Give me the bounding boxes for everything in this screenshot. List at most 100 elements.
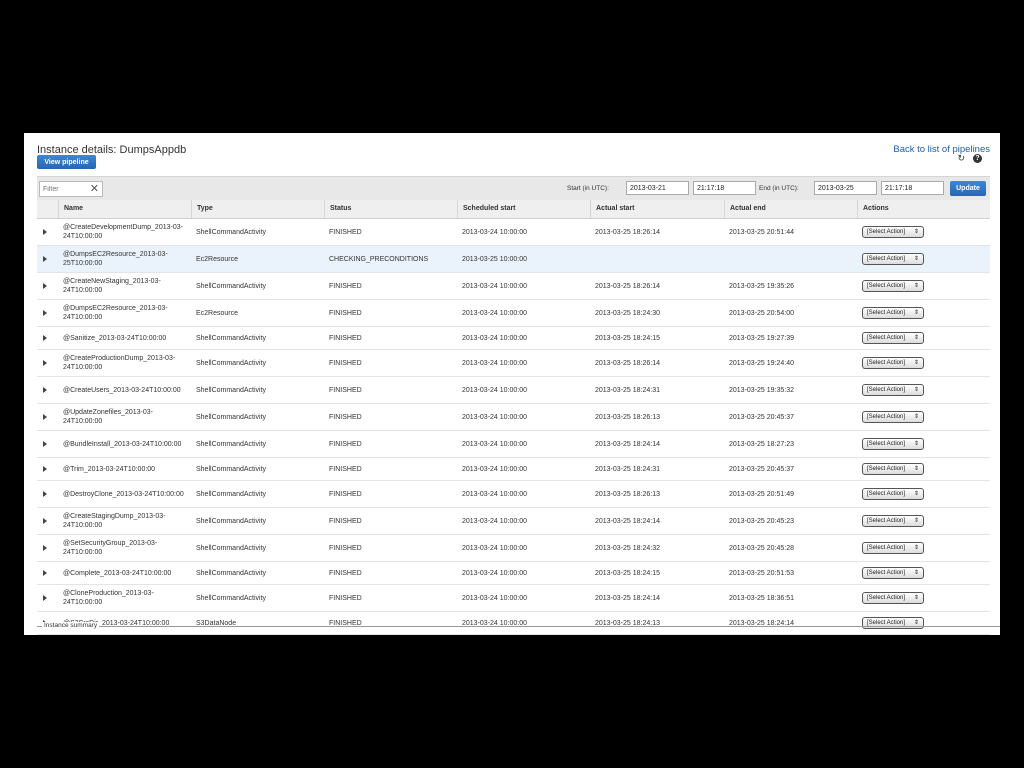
table-row[interactable]: @S3SrcDir_2013-03-24T10:00:00 S3DataNode…: [37, 612, 990, 635]
select-action-dropdown[interactable]: [Select Action] ⇕: [862, 617, 924, 629]
select-action-dropdown[interactable]: [Select Action] ⇕: [862, 307, 924, 319]
filter-input[interactable]: [43, 182, 89, 196]
instance-details-window: Instance details: DumpsAppdb Back to lis…: [24, 133, 1000, 635]
table-row[interactable]: @CloneProduction_2013-03-24T10:00:00 She…: [37, 585, 990, 612]
expand-arrow-icon[interactable]: [43, 229, 47, 235]
row-actual-end: 2013-03-25 19:27:39: [729, 334, 794, 342]
table-row[interactable]: @Trim_2013-03-24T10:00:00 ShellCommandAc…: [37, 458, 990, 481]
expand-arrow-icon[interactable]: [43, 256, 47, 262]
row-status: FINISHED: [329, 544, 362, 552]
select-action-dropdown[interactable]: [Select Action] ⇕: [862, 488, 924, 500]
row-actual-end: 2013-03-25 18:36:51: [729, 594, 794, 602]
select-action-dropdown[interactable]: [Select Action] ⇕: [862, 567, 924, 579]
select-action-dropdown[interactable]: [Select Action] ⇕: [862, 357, 924, 369]
select-action-label: [Select Action]: [867, 466, 906, 472]
row-name: @DumpsEC2Resource_2013-03-25T10:00:00: [63, 251, 168, 267]
select-action-label: [Select Action]: [867, 545, 906, 551]
expand-arrow-icon[interactable]: [43, 441, 47, 447]
table-row[interactable]: @DumpsEC2Resource_2013-03-25T10:00:00 Ec…: [37, 246, 990, 273]
row-status: FINISHED: [329, 228, 362, 236]
updown-arrows-icon: ⇕: [913, 360, 919, 366]
expand-arrow-icon[interactable]: [43, 283, 47, 289]
row-actual-start: 2013-03-25 18:24:14: [595, 440, 660, 448]
col-header-name[interactable]: Name: [58, 200, 191, 218]
row-type: ShellCommandActivity: [196, 517, 267, 525]
row-type: Ec2Resource: [196, 309, 239, 317]
clear-filter-icon[interactable]: ✕: [90, 182, 99, 196]
end-date-input[interactable]: [814, 181, 877, 195]
updown-arrows-icon: ⇕: [913, 518, 919, 524]
expand-arrow-icon[interactable]: [43, 360, 47, 366]
expand-arrow-icon[interactable]: [43, 518, 47, 524]
table-row[interactable]: @Complete_2013-03-24T10:00:00 ShellComma…: [37, 562, 990, 585]
row-name: @CloneProduction_2013-03-24T10:00:00: [63, 590, 154, 606]
expand-arrow-icon[interactable]: [43, 570, 47, 576]
expand-arrow-icon[interactable]: [43, 491, 47, 497]
row-name: @UpdateZonefiles_2013-03-24T10:00:00: [63, 409, 153, 425]
row-status: FINISHED: [329, 282, 362, 290]
expand-arrow-icon[interactable]: [43, 335, 47, 341]
select-action-dropdown[interactable]: [Select Action] ⇕: [862, 515, 924, 527]
table-row[interactable]: @DumpsEC2Resource_2013-03-24T10:00:00 Ec…: [37, 300, 990, 327]
col-header-actual-end[interactable]: Actual end: [724, 200, 857, 218]
select-action-dropdown[interactable]: [Select Action] ⇕: [862, 463, 924, 475]
updown-arrows-icon: ⇕: [913, 491, 919, 497]
update-button[interactable]: Update: [950, 181, 986, 196]
select-action-label: [Select Action]: [867, 387, 906, 393]
table-row[interactable]: @CreateProductionDump_2013-03-24T10:00:0…: [37, 350, 990, 377]
select-action-dropdown[interactable]: [Select Action] ⇕: [862, 411, 924, 423]
table-row[interactable]: @CreateDevelopmentDump_2013-03-24T10:00:…: [37, 219, 990, 246]
row-name: @CreateDevelopmentDump_2013-03-24T10:00:…: [63, 224, 183, 240]
row-scheduled-start: 2013-03-24 10:00:00: [462, 386, 527, 394]
row-actual-end: 2013-03-25 20:51:44: [729, 228, 794, 236]
col-header-scheduled-start[interactable]: Scheduled start: [457, 200, 590, 218]
end-time-input[interactable]: [881, 181, 944, 195]
table-row[interactable]: @CreateNewStaging_2013-03-24T10:00:00 Sh…: [37, 273, 990, 300]
select-action-label: [Select Action]: [867, 570, 906, 576]
table-row[interactable]: @UpdateZonefiles_2013-03-24T10:00:00 She…: [37, 404, 990, 431]
select-action-dropdown[interactable]: [Select Action] ⇕: [862, 332, 924, 344]
select-action-dropdown[interactable]: [Select Action] ⇕: [862, 438, 924, 450]
updown-arrows-icon: ⇕: [913, 283, 919, 289]
help-icon[interactable]: ?: [973, 154, 982, 163]
table-row[interactable]: @CreateUsers_2013-03-24T10:00:00 ShellCo…: [37, 377, 990, 404]
table-row[interactable]: @DestroyClone_2013-03-24T10:00:00 ShellC…: [37, 481, 990, 508]
row-actual-end: 2013-03-25 20:45:28: [729, 544, 794, 552]
start-time-input[interactable]: [693, 181, 756, 195]
col-header-actual-start[interactable]: Actual start: [590, 200, 724, 218]
row-scheduled-start: 2013-03-24 10:00:00: [462, 544, 527, 552]
table-row[interactable]: @BundleInstall_2013-03-24T10:00:00 Shell…: [37, 431, 990, 458]
start-date-input[interactable]: [626, 181, 689, 195]
select-action-dropdown[interactable]: [Select Action] ⇕: [862, 592, 924, 604]
expand-arrow-icon[interactable]: [43, 310, 47, 316]
select-action-dropdown[interactable]: [Select Action] ⇕: [862, 280, 924, 292]
expand-arrow-icon[interactable]: [43, 545, 47, 551]
expand-arrow-icon[interactable]: [43, 466, 47, 472]
table-row[interactable]: @CreateStagingDump_2013-03-24T10:00:00 S…: [37, 508, 990, 535]
row-type: ShellCommandActivity: [196, 413, 267, 421]
col-header-status[interactable]: Status: [324, 200, 457, 218]
row-actual-start: 2013-03-25 18:24:14: [595, 594, 660, 602]
table-header: Name Type Status Scheduled start Actual …: [37, 200, 990, 219]
row-status: FINISHED: [329, 490, 362, 498]
row-type: ShellCommandActivity: [196, 594, 267, 602]
table-row[interactable]: @Sanitize_2013-03-24T10:00:00 ShellComma…: [37, 327, 990, 350]
select-action-dropdown[interactable]: [Select Action] ⇕: [862, 384, 924, 396]
updown-arrows-icon: ⇕: [913, 387, 919, 393]
row-name: @Complete_2013-03-24T10:00:00: [63, 569, 172, 577]
view-pipeline-button[interactable]: View pipeline: [37, 155, 96, 169]
expand-arrow-icon[interactable]: [43, 595, 47, 601]
expand-arrow-icon[interactable]: [43, 414, 47, 420]
table-row[interactable]: @SetSecurityGroup_2013-03-24T10:00:00 Sh…: [37, 535, 990, 562]
select-action-dropdown[interactable]: [Select Action] ⇕: [862, 253, 924, 265]
row-status: FINISHED: [329, 413, 362, 421]
row-name: @BundleInstall_2013-03-24T10:00:00: [63, 440, 182, 448]
refresh-icon[interactable]: ↻: [957, 154, 965, 163]
select-action-label: [Select Action]: [867, 283, 906, 289]
select-action-dropdown[interactable]: [Select Action] ⇕: [862, 542, 924, 554]
expand-arrow-icon[interactable]: [43, 387, 47, 393]
row-type: Ec2Resource: [196, 255, 239, 263]
col-header-type[interactable]: Type: [191, 200, 324, 218]
row-name: @Sanitize_2013-03-24T10:00:00: [63, 334, 167, 342]
select-action-dropdown[interactable]: [Select Action] ⇕: [862, 226, 924, 238]
